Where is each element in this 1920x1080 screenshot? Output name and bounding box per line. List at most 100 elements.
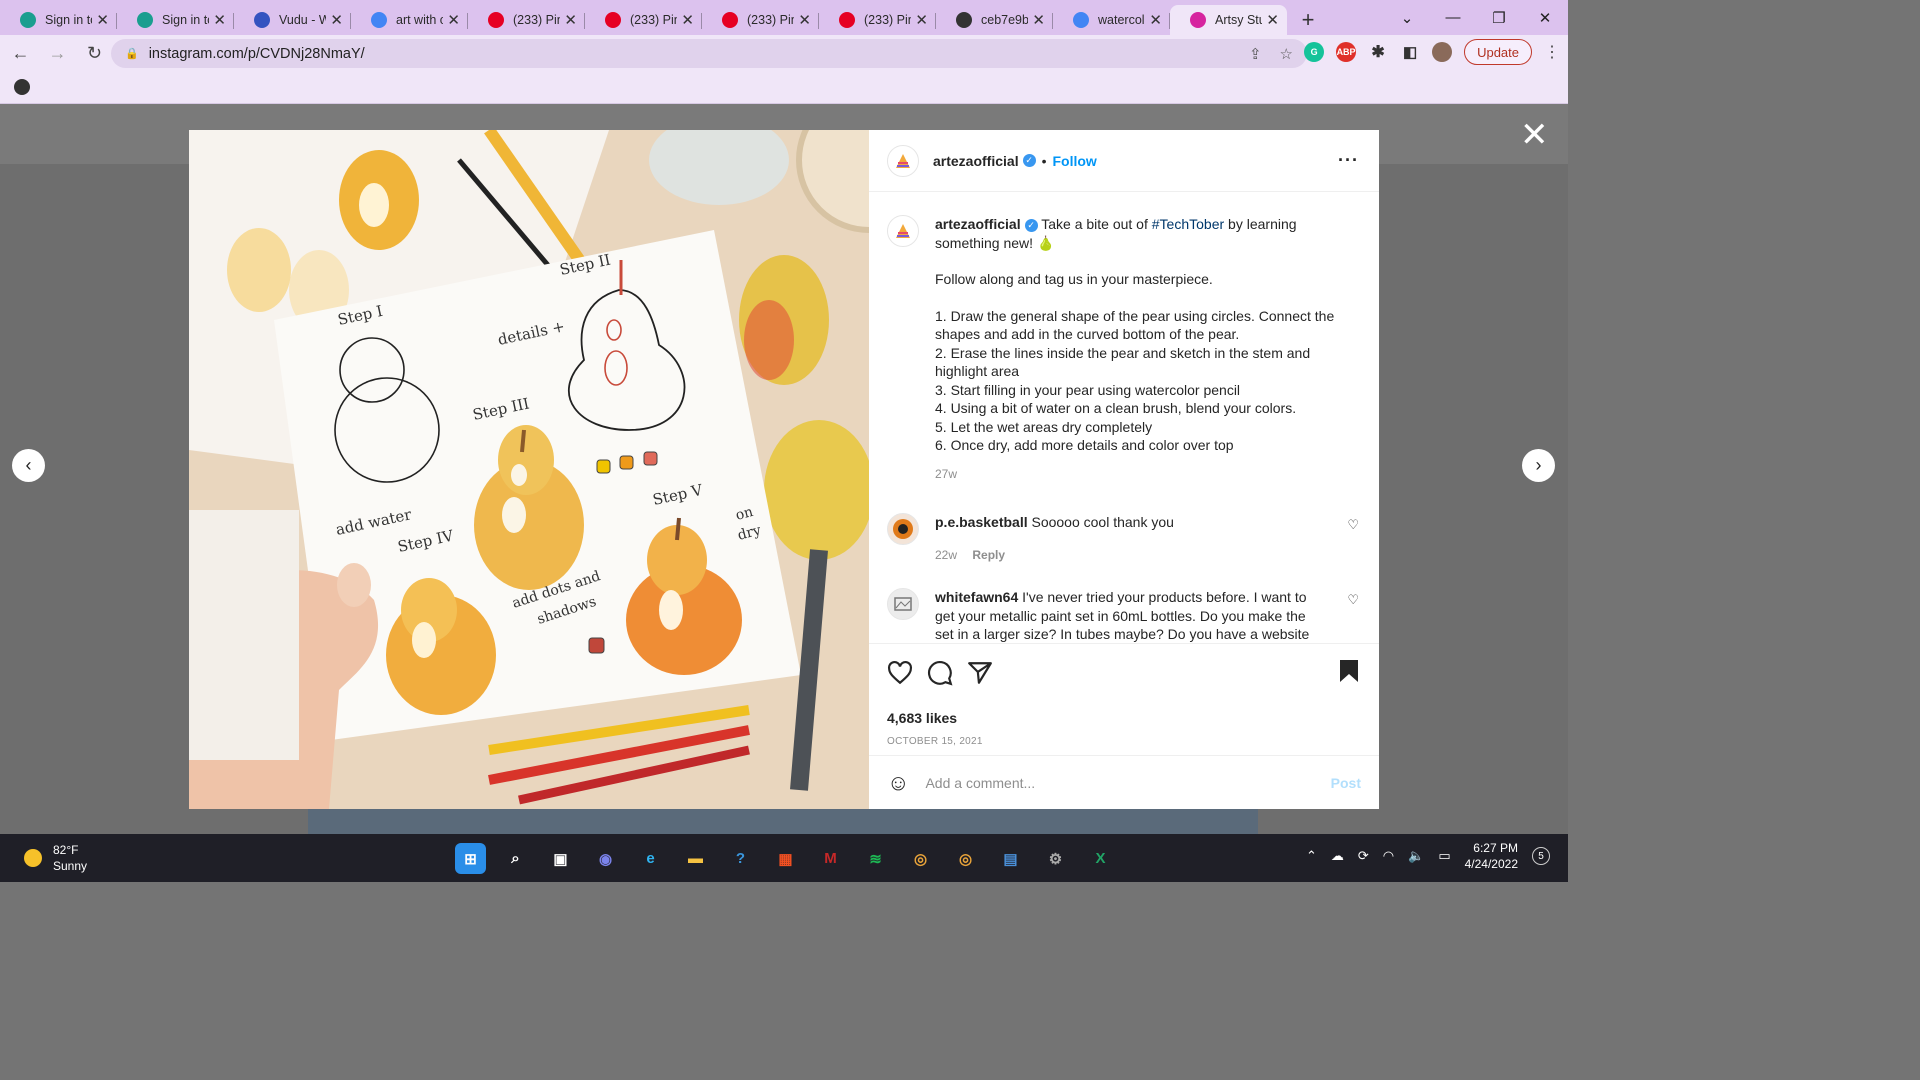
next-post-button[interactable]: › [1522,449,1555,482]
sync-icon[interactable]: ⟳ [1358,848,1369,864]
help-icon[interactable]: ? [725,843,756,874]
windows-start-icon[interactable]: ⊞ [455,843,486,874]
follow-button[interactable]: Follow [1053,153,1097,169]
close-tab-icon[interactable]: ✕ [1266,11,1279,29]
close-tab-icon[interactable]: ✕ [96,11,109,29]
commenter-avatar[interactable] [887,513,919,545]
close-modal-icon[interactable]: ✕ [1520,118,1549,152]
browser-tab[interactable]: ceb7e9b0✕ [936,5,1053,35]
bookmark-star-icon[interactable]: ☆ [1280,45,1293,63]
comment-bubble-icon[interactable] [927,660,953,686]
volume-icon[interactable]: 🔈 [1408,848,1424,864]
excel-icon[interactable]: X [1085,843,1116,874]
post-comment-button[interactable]: Post [1331,775,1361,791]
weather-widget[interactable]: 82°F Sunny [24,842,87,874]
chevron-up-icon[interactable]: ⌃ [1306,848,1317,864]
restore-button[interactable]: ❐ [1476,9,1522,27]
side-panel-icon[interactable]: ◧ [1400,42,1420,62]
spotify-icon[interactable]: ≋ [860,843,891,874]
close-tab-icon[interactable]: ✕ [213,11,226,29]
likes-count[interactable]: 4,683 likes [887,710,1361,726]
close-tab-icon[interactable]: ✕ [1032,11,1045,29]
browser-tab[interactable]: (233) Pint✕ [819,5,936,35]
file-explorer-icon[interactable]: ▬ [680,843,711,874]
close-tab-icon[interactable]: ✕ [564,11,577,29]
browser-tab[interactable]: Vudu - W ✕ [234,5,351,35]
notepad-icon[interactable]: ▤ [995,843,1026,874]
close-tab-icon[interactable]: ✕ [798,11,811,29]
browser-tab[interactable]: (233) Pint✕ [585,5,702,35]
emoji-icon[interactable]: ☺ [887,770,909,796]
close-tab-icon[interactable]: ✕ [681,11,694,29]
notification-badge[interactable]: 5 [1532,847,1550,865]
chrome-profile-icon[interactable]: ◎ [950,843,981,874]
comment-username[interactable]: p.e.basketball [935,514,1028,530]
update-button[interactable]: Update [1464,39,1532,65]
share-paper-plane-icon[interactable] [967,660,993,686]
teams-chat-icon[interactable]: ◉ [590,843,621,874]
close-tab-icon[interactable]: ✕ [330,11,343,29]
minimize-button[interactable]: — [1430,9,1476,26]
commenter-avatar[interactable] [887,588,919,620]
browser-tab[interactable]: Sign in to ✕ [0,5,117,35]
comment-username[interactable]: whitefawn64 [935,589,1018,605]
save-bookmark-icon[interactable] [1337,658,1361,684]
like-heart-icon[interactable] [887,660,913,686]
caption-username[interactable]: artezaofficial [935,216,1021,232]
browser-tab[interactable]: art with c ✕ [351,5,468,35]
arteza-avatar[interactable] [887,144,919,177]
previous-post-button[interactable]: ‹ [12,449,45,482]
caption-timestamp[interactable]: 27w [935,465,1355,484]
browser-tab[interactable]: Artsy Stu ✕ [1170,5,1287,35]
back-button[interactable]: ← [4,43,37,64]
battery-icon[interactable]: ▭ [1438,848,1450,864]
profile-avatar[interactable] [1432,42,1453,62]
comment-input[interactable]: Add a comment... [925,775,1330,791]
close-tab-icon[interactable]: ✕ [915,11,928,29]
post-author-username[interactable]: artezaofficial [933,153,1019,169]
more-options-icon[interactable]: ··· [1338,150,1359,171]
caption: artezaofficial ✓ Take a bite out of #Tech… [887,215,1361,483]
comments-list[interactable]: artezaofficial ✓ Take a bite out of #Tech… [869,193,1379,643]
store-icon[interactable]: ▦ [770,843,801,874]
tab-strip: Sign in to ✕ Sign in to ✕ Vudu - W ✕ art with … [0,0,1568,35]
tab-search-icon[interactable]: ⌄ [1384,9,1430,27]
chrome-menu-icon[interactable]: ⋮ [1544,42,1560,62]
task-view-icon[interactable]: ▣ [545,843,576,874]
post-date[interactable]: OCTOBER 15, 2021 [887,736,1361,747]
browser-tab[interactable]: (233) Pint✕ [702,5,819,35]
reload-button[interactable]: ↻ [78,43,111,64]
close-tab-icon[interactable]: ✕ [447,11,460,29]
close-window-button[interactable]: ✕ [1522,9,1568,27]
browser-tab[interactable]: Sign in to ✕ [117,5,234,35]
wifi-icon[interactable]: ◠ [1383,848,1394,864]
instagram-icon [1190,12,1206,28]
edge-icon[interactable]: e [635,843,666,874]
browser-tab[interactable]: (233) Pint✕ [468,5,585,35]
hashtag-link[interactable]: #TechTober [1152,216,1224,232]
sun-icon [24,849,42,867]
separator-dot: • [1041,152,1047,169]
new-tab-button[interactable]: + [1293,5,1323,35]
share-icon[interactable]: ⇪ [1249,45,1262,63]
search-icon[interactable]: ⌕ [500,843,531,874]
reply-button[interactable]: Reply [972,548,1005,562]
windows-taskbar: 82°F Sunny ⊞ ⌕ ▣ ◉ e ▬ ? ▦ M ≋ ◎ ◎ ▤ ⚙ X… [0,834,1568,882]
close-tab-icon[interactable]: ✕ [1149,11,1162,29]
extensions-puzzle-icon[interactable]: ✱ [1368,42,1388,62]
comment-timestamp[interactable]: 22w [935,548,957,562]
onedrive-icon[interactable]: ☁ [1331,848,1344,864]
mcafee-icon[interactable]: M [815,843,846,874]
caption-avatar[interactable] [887,215,919,247]
globe-icon[interactable] [14,79,30,95]
adblock-icon[interactable]: ABP [1336,42,1357,62]
like-comment-heart-icon[interactable]: ♡ [1347,517,1359,533]
forward-button[interactable]: → [41,43,74,64]
settings-gear-icon[interactable]: ⚙ [1040,843,1071,874]
clock[interactable]: 6:27 PM 4/24/2022 [1465,840,1518,872]
grammarly-icon[interactable]: G [1304,42,1325,62]
address-bar[interactable]: 🔒 instagram.com/p/CVDNj28NmaY/ ⇪ ☆ [111,39,1307,68]
like-comment-heart-icon[interactable]: ♡ [1347,592,1359,608]
browser-tab[interactable]: watercolo ✕ [1053,5,1170,35]
chrome-icon[interactable]: ◎ [905,843,936,874]
